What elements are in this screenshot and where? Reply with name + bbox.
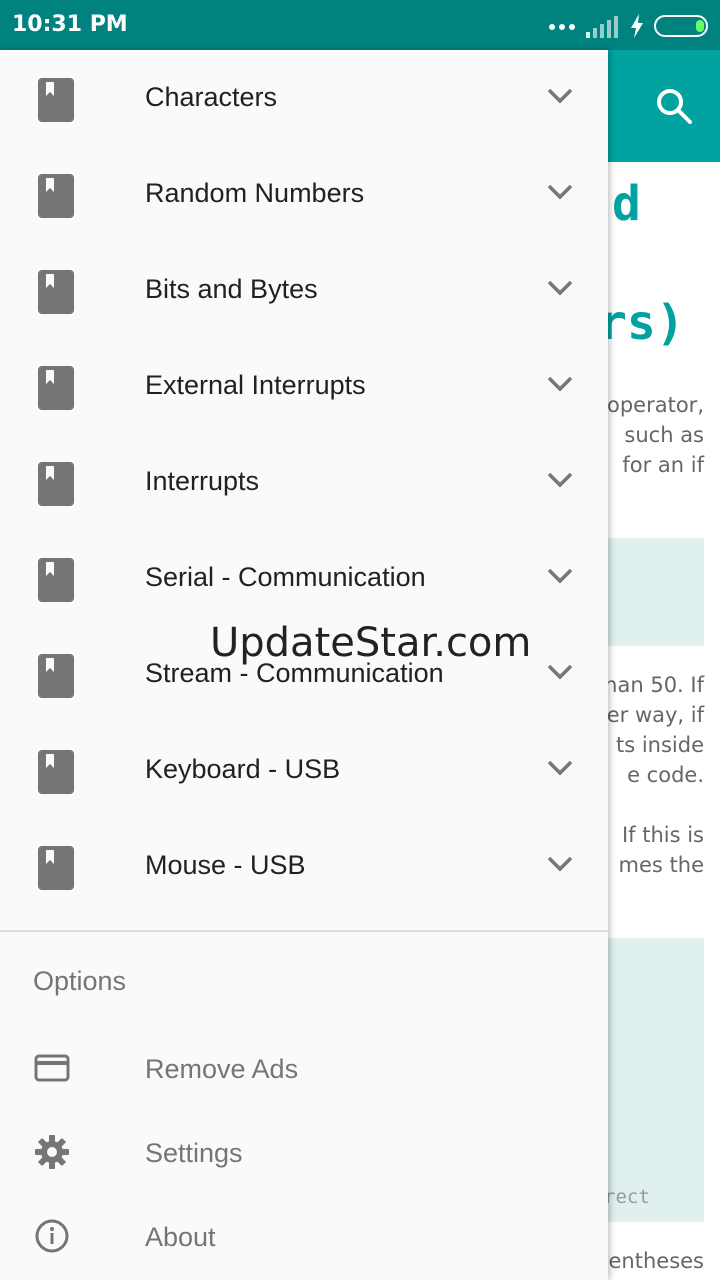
category-item-keyboard-usb[interactable]: Keyboard - USB [0, 722, 608, 818]
credit-card-icon [34, 1054, 70, 1082]
chevron-down-icon[interactable] [546, 278, 574, 298]
chevron-down-icon[interactable] [546, 374, 574, 394]
battery-icon [654, 15, 708, 37]
option-remove-ads[interactable]: Remove Ads [0, 1030, 608, 1114]
category-label: Characters [145, 82, 278, 112]
option-label: About [145, 1222, 216, 1252]
status-time: 10:31 PM [12, 12, 128, 37]
chevron-down-icon[interactable] [546, 854, 574, 874]
category-label: Mouse - USB [145, 850, 306, 880]
drawer-divider [0, 930, 608, 932]
category-item-mouse-usb[interactable]: Mouse - USB [0, 818, 608, 914]
charging-bolt-icon [631, 14, 643, 38]
chevron-down-icon[interactable] [546, 566, 574, 586]
category-item-characters[interactable]: Characters [0, 50, 608, 146]
category-label: Bits and Bytes [145, 274, 318, 304]
status-icons [548, 13, 710, 39]
chevron-down-icon[interactable] [546, 758, 574, 778]
category-item-random-numbers[interactable]: Random Numbers [0, 146, 608, 242]
category-label: Serial - Communication [145, 562, 426, 592]
book-icon [38, 78, 74, 122]
category-item-interrupts[interactable]: Interrupts [0, 434, 608, 530]
chevron-down-icon[interactable] [546, 86, 574, 106]
category-item-serial-communication[interactable]: Serial - Communication [0, 530, 608, 626]
chevron-down-icon[interactable] [546, 182, 574, 202]
book-icon [38, 174, 74, 218]
book-icon [38, 558, 74, 602]
option-label: Settings [145, 1138, 243, 1168]
category-label: Random Numbers [145, 178, 365, 208]
chevron-down-icon[interactable] [546, 662, 574, 682]
book-icon [38, 270, 74, 314]
signal-icon [586, 16, 618, 38]
book-icon [38, 750, 74, 794]
category-item-external-interrupts[interactable]: External Interrupts [0, 338, 608, 434]
info-icon [35, 1219, 69, 1253]
watermark-text: UpdateStar.com [210, 620, 532, 666]
options-header: Options [33, 966, 127, 996]
book-icon [38, 366, 74, 410]
category-label: External Interrupts [145, 370, 366, 400]
category-label: Interrupts [145, 466, 260, 496]
gear-icon [35, 1135, 69, 1169]
status-bar: 10:31 PM [0, 0, 720, 50]
option-label: Remove Ads [145, 1054, 299, 1084]
chevron-down-icon[interactable] [546, 470, 574, 490]
book-icon [38, 654, 74, 698]
category-label: Keyboard - USB [145, 754, 341, 784]
book-icon [38, 462, 74, 506]
book-icon [38, 846, 74, 890]
more-dots-icon [549, 24, 575, 30]
option-about[interactable]: About [0, 1198, 608, 1280]
category-item-bits-and-bytes[interactable]: Bits and Bytes [0, 242, 608, 338]
option-settings[interactable]: Settings [0, 1114, 608, 1198]
